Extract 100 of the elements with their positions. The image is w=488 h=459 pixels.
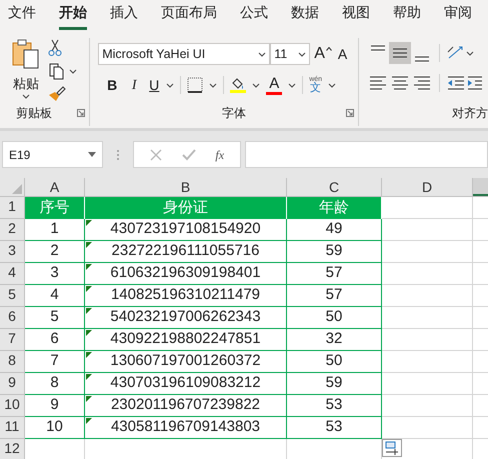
row-header[interactable]: 12	[0, 439, 25, 459]
middle-align-button[interactable]	[389, 42, 411, 64]
middle-align-icon	[393, 48, 407, 58]
column-header[interactable]: B	[85, 178, 287, 196]
caret-icon[interactable]	[69, 68, 77, 74]
dropdown-arrow-icon[interactable]	[88, 152, 96, 157]
row-header[interactable]: 8	[0, 351, 25, 373]
bold-button[interactable]: B	[104, 74, 120, 96]
paste-options-icon[interactable]	[382, 439, 402, 457]
group-label: 字体	[222, 105, 246, 122]
caret-icon[interactable]	[466, 50, 474, 56]
row-header[interactable]: 11	[0, 417, 25, 439]
increase-indent-icon[interactable]	[466, 74, 482, 92]
caret-icon[interactable]	[209, 82, 218, 88]
table-cell: 50	[287, 351, 382, 373]
ribbon-tab[interactable]: 帮助	[393, 2, 421, 30]
table-cell: 430723197108154920	[85, 219, 287, 241]
caret-icon[interactable]	[252, 82, 260, 88]
table-cell: 5	[25, 307, 85, 329]
decrease-indent-icon[interactable]	[446, 74, 466, 92]
bottom-align-icon	[415, 56, 429, 62]
table-cell: 53	[287, 395, 382, 417]
caret-icon[interactable]	[22, 94, 30, 98]
ribbon-tab[interactable]: 文件	[8, 2, 36, 30]
italic-button[interactable]: I	[126, 74, 142, 96]
copy-icon[interactable]	[48, 62, 66, 80]
table-cell: 430703196109083212	[85, 373, 287, 395]
table-cell: 1	[25, 219, 85, 241]
ribbon-tab[interactable]: 数据	[291, 2, 319, 30]
insert-function-button[interactable]: fx	[215, 146, 224, 164]
name-box[interactable]: E19	[2, 141, 103, 168]
table-cell: 53	[287, 417, 382, 439]
paintbrush-icon[interactable]	[48, 85, 66, 101]
column-header[interactable]: C	[287, 178, 382, 196]
row-header[interactable]: 10	[0, 395, 25, 417]
dialog-launcher-icon[interactable]	[346, 109, 354, 117]
table-cell: 232722196111055716	[85, 241, 287, 263]
table-cell: 8	[25, 373, 85, 395]
caret-up-icon	[326, 47, 332, 51]
header-cell: 身份证	[85, 197, 287, 219]
table-cell: 2	[25, 241, 85, 263]
table-cell: 6	[25, 329, 85, 351]
caret-icon[interactable]	[258, 52, 266, 56]
table-cell: 140825196310211479	[85, 285, 287, 307]
formula-input[interactable]	[245, 141, 488, 168]
caret-icon[interactable]	[298, 52, 306, 56]
right-align-icon	[414, 76, 430, 90]
table-cell: 32	[287, 329, 382, 351]
underline-button[interactable]: U	[148, 74, 160, 96]
ribbon-tab[interactable]: 页面布局	[161, 2, 217, 30]
group-label: 对齐方	[452, 106, 488, 120]
scissors-icon[interactable]	[48, 39, 62, 57]
header-cell: 序号	[25, 197, 85, 219]
caret-icon[interactable]	[328, 82, 336, 88]
table-cell: 59	[287, 373, 382, 395]
table-cell: 230201196707239822	[85, 395, 287, 417]
ribbon-tab[interactable]: 审阅	[444, 2, 472, 30]
table-cell: 130607197001260372	[85, 351, 287, 373]
ribbon-tab[interactable]: 视图	[342, 2, 370, 30]
shrink-font-button[interactable]: A	[338, 44, 348, 64]
font-name-dropdown[interactable]: Microsoft YaHei UI	[98, 43, 270, 65]
font-size-dropdown[interactable]: 11	[270, 43, 310, 65]
table-cell: 10	[25, 417, 85, 439]
caret-icon[interactable]	[288, 82, 296, 88]
column-header[interactable]	[473, 178, 488, 196]
header-cell: 年龄	[287, 197, 382, 219]
ribbon-tab[interactable]: 插入	[110, 2, 138, 30]
borders-icon[interactable]	[187, 77, 204, 93]
ribbon-tab[interactable]: 开始	[59, 2, 87, 30]
row-header[interactable]: 6	[0, 307, 25, 329]
row-header[interactable]: 3	[0, 241, 25, 263]
table-cell: 59	[287, 241, 382, 263]
clipboard-icon	[11, 38, 41, 70]
column-header[interactable]: A	[25, 178, 85, 196]
row-header[interactable]: 2	[0, 219, 25, 241]
row-header[interactable]: 7	[0, 329, 25, 351]
table-cell: 3	[25, 263, 85, 285]
row-header[interactable]: 4	[0, 263, 25, 285]
caret-icon[interactable]	[166, 82, 174, 88]
table-cell: 57	[287, 285, 382, 307]
table-cell: 4	[25, 285, 85, 307]
table-cell: 50	[287, 307, 382, 329]
check-icon[interactable]	[182, 148, 196, 160]
grow-font-button[interactable]: A	[314, 44, 332, 64]
paste-button[interactable]: 粘贴	[10, 38, 42, 104]
table-cell: 540232197006262343	[85, 307, 287, 329]
dialog-launcher-icon[interactable]	[77, 109, 86, 117]
row-header[interactable]: 9	[0, 373, 25, 395]
table-cell: 57	[287, 263, 382, 285]
font-color-button[interactable]: A	[266, 76, 282, 94]
table-cell: 49	[287, 219, 382, 241]
fill-color-icon[interactable]	[230, 77, 246, 93]
table-cell: 610632196309198401	[85, 263, 287, 285]
table-cell: 430581196709143803	[85, 417, 287, 439]
ribbon-tab[interactable]: 公式	[240, 2, 268, 30]
group-label: 剪贴板	[16, 105, 52, 122]
row-header[interactable]: 1	[0, 197, 25, 219]
top-align-icon	[371, 45, 385, 51]
row-header[interactable]: 5	[0, 285, 25, 307]
table-cell: 9	[25, 395, 85, 417]
